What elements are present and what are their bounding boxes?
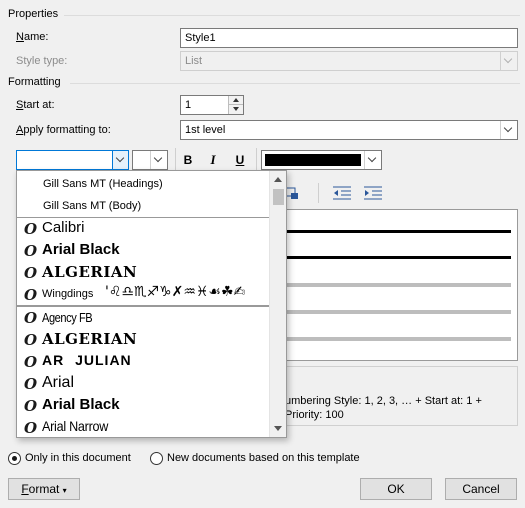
style-type-select: List — [180, 51, 518, 71]
bold-button[interactable]: B — [178, 150, 198, 170]
font-item-wingdings[interactable]: O Wingdings '♌♎♏♐♑✗♒♓☙☘✍ — [17, 284, 269, 306]
font-list-scrollbar[interactable] — [269, 171, 286, 437]
apply-formatting-select[interactable]: 1st level — [180, 120, 518, 140]
italic-button[interactable]: I — [203, 150, 223, 170]
font-size-dropdown-button[interactable] — [150, 151, 167, 169]
opentype-font-icon: O — [24, 286, 38, 304]
opentype-font-icon: O — [24, 353, 38, 371]
font-item-algerian[interactable]: O ALGERIAN — [17, 262, 269, 284]
scroll-up-icon[interactable] — [274, 177, 282, 182]
font-item-ar-julian[interactable]: O AR JULIAN — [17, 351, 269, 373]
style-type-label: Style type: — [16, 55, 68, 67]
toolbar-divider — [318, 183, 319, 203]
font-item-arial[interactable]: O Arial — [17, 373, 269, 395]
scrollbar-thumb[interactable] — [273, 189, 284, 205]
numbering-library-icon[interactable] — [285, 186, 299, 200]
preview-line — [277, 230, 511, 233]
wingdings-sample: '♌♎♏♐♑✗♒♓☙☘✍ — [105, 284, 246, 300]
opentype-font-icon: O — [24, 331, 38, 349]
font-item-agency-fb[interactable]: O Agency FB — [17, 307, 269, 329]
font-name-combo[interactable] — [16, 150, 129, 170]
opentype-font-icon: O — [24, 419, 38, 437]
ok-button[interactable]: OK — [360, 478, 432, 500]
apply-formatting-label: Apply formatting to: — [16, 124, 111, 136]
toolbar-divider — [175, 148, 176, 172]
opentype-font-icon: O — [24, 264, 38, 282]
description-line-1: umbering Style: 1, 2, 3, … + Start at: 1… — [285, 395, 482, 407]
formatting-separator — [70, 83, 520, 84]
font-dropdown-list[interactable]: Gill Sans MT (Headings) Gill Sans MT (Bo… — [16, 170, 287, 438]
cancel-button[interactable]: Cancel — [445, 478, 517, 500]
dropdown-arrow-icon: ▾ — [62, 486, 67, 495]
only-this-document-radio[interactable] — [8, 452, 21, 465]
chevron-down-icon — [503, 54, 513, 64]
chevron-down-icon — [503, 123, 513, 133]
underline-button[interactable]: U — [230, 150, 250, 170]
font-color-dropdown-button[interactable] — [364, 151, 381, 169]
font-item-arial-narrow[interactable]: O Arial Narrow — [17, 417, 269, 437]
font-color-picker[interactable] — [261, 150, 382, 170]
scroll-down-icon[interactable] — [274, 426, 282, 431]
format-button[interactable]: Format ▾ — [8, 478, 80, 500]
font-dropdown-button[interactable] — [112, 150, 129, 170]
start-at-label: Start at: — [16, 99, 55, 111]
only-this-document-label[interactable]: Only in this document — [25, 452, 131, 464]
opentype-font-icon: O — [24, 242, 38, 260]
start-at-value: 1 — [185, 99, 192, 111]
start-at-spin-buttons[interactable] — [228, 96, 243, 114]
font-item-theme-headings[interactable]: Gill Sans MT (Headings) — [17, 174, 269, 196]
opentype-font-icon: O — [24, 309, 38, 327]
apply-formatting-value: 1st level — [185, 124, 226, 136]
properties-separator — [64, 15, 520, 16]
new-documents-label[interactable]: New documents based on this template — [167, 452, 360, 464]
font-item-theme-body[interactable]: Gill Sans MT (Body) — [17, 196, 269, 218]
preview-line — [277, 310, 511, 314]
style-type-dropdown-button — [500, 52, 517, 70]
opentype-font-icon: O — [24, 397, 38, 415]
spin-up-icon[interactable] — [229, 96, 243, 105]
preview-line — [277, 283, 511, 287]
toolbar-divider — [256, 148, 257, 172]
name-label: Name: — [16, 31, 49, 43]
description-line-2: Priority: 100 — [285, 409, 344, 421]
style-type-value: List — [185, 55, 203, 67]
preview-line — [277, 256, 511, 259]
decrease-indent-icon[interactable] — [333, 186, 351, 200]
opentype-font-icon: O — [24, 220, 38, 238]
name-field[interactable]: Style1 — [180, 28, 518, 48]
chevron-down-icon — [153, 153, 163, 163]
properties-section-title: Properties — [8, 8, 59, 20]
formatting-section-title: Formatting — [8, 76, 61, 88]
font-item-arial-black-all[interactable]: O Arial Black — [17, 395, 269, 417]
spin-down-icon[interactable] — [229, 105, 243, 114]
font-item-calibri[interactable]: O Calibri — [17, 218, 269, 240]
increase-indent-icon[interactable] — [364, 186, 382, 200]
chevron-down-icon — [115, 153, 125, 163]
preview-line — [277, 337, 511, 341]
apply-formatting-dropdown-button[interactable] — [500, 121, 517, 139]
new-documents-radio[interactable] — [150, 452, 163, 465]
start-at-spinner[interactable]: 1 — [180, 95, 244, 115]
font-item-algerian-all[interactable]: O ALGERIAN — [17, 329, 269, 351]
opentype-font-icon: O — [24, 375, 38, 393]
font-size-combo[interactable] — [132, 150, 168, 170]
chevron-down-icon — [367, 153, 377, 163]
font-color-swatch — [265, 154, 361, 166]
font-item-arial-black[interactable]: O Arial Black — [17, 240, 269, 262]
